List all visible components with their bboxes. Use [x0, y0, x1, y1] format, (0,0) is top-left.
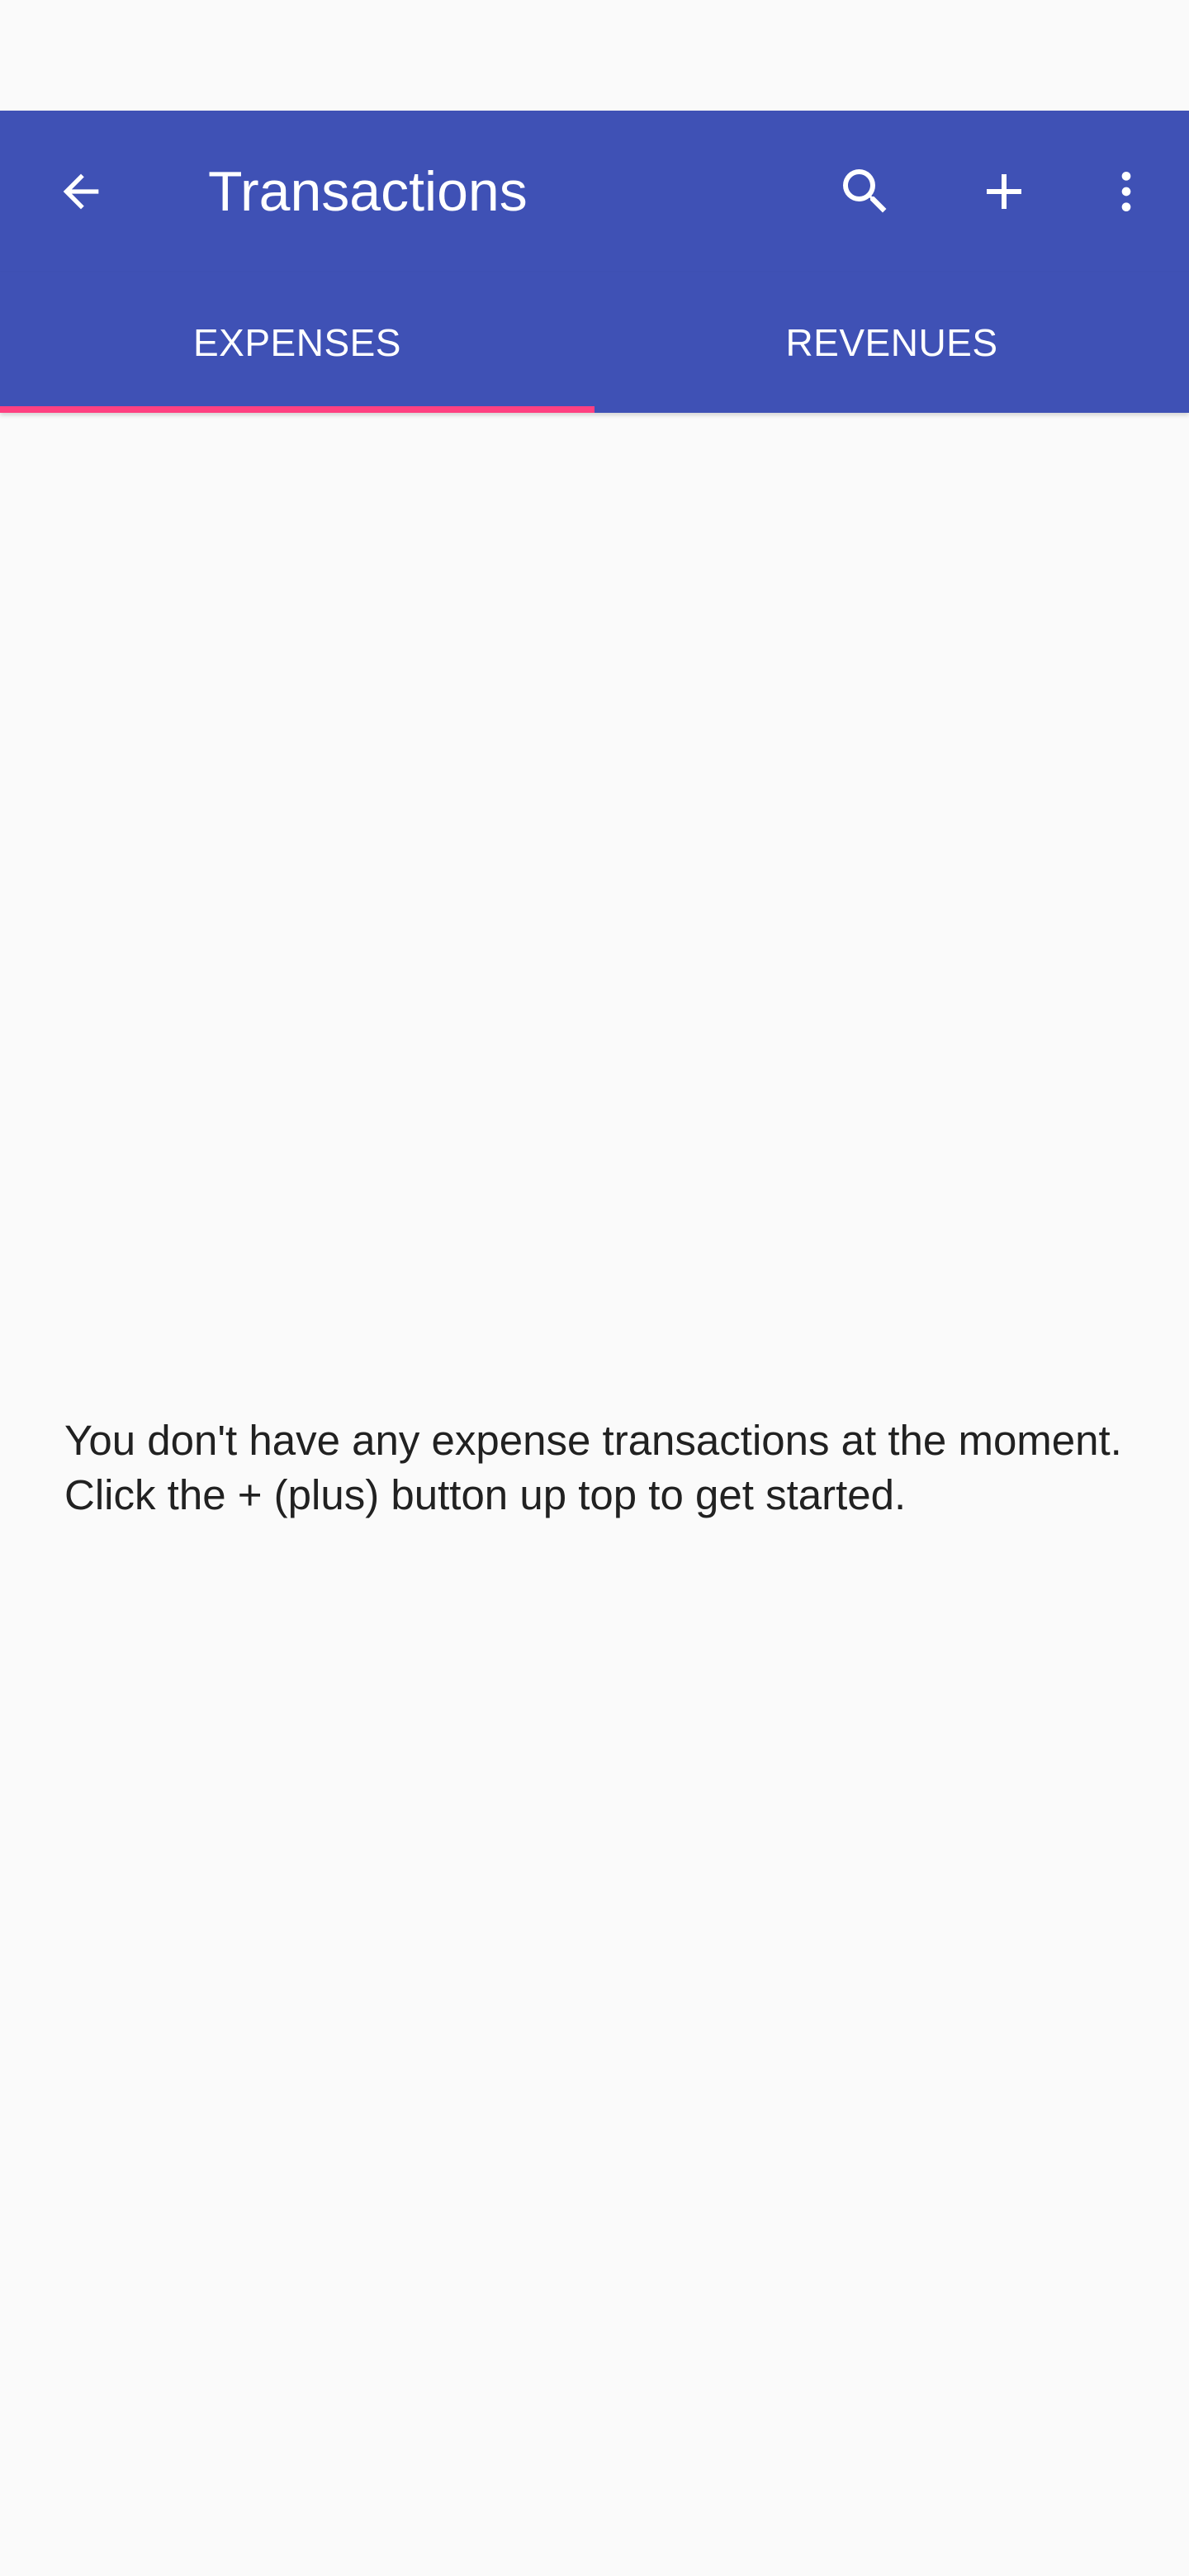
more-options-button[interactable]: [1083, 111, 1169, 272]
tab-expenses[interactable]: EXPENSES: [0, 272, 594, 413]
tab-label-expenses: EXPENSES: [193, 321, 401, 364]
more-vert-icon: [1100, 162, 1153, 221]
screen: Transactions EXPENSES REVENUES You don't…: [0, 0, 1189, 2576]
status-bar: [0, 0, 1189, 111]
tab-label-revenues: REVENUES: [785, 321, 998, 364]
active-tab-indicator: [0, 406, 594, 413]
search-icon: [836, 162, 895, 221]
tab-bar: EXPENSES REVENUES: [0, 272, 1189, 413]
add-button[interactable]: [956, 111, 1052, 272]
search-button[interactable]: [817, 111, 913, 272]
plus-icon: [974, 162, 1034, 221]
tab-revenues[interactable]: REVENUES: [594, 272, 1189, 413]
page-title: Transactions: [208, 160, 528, 223]
empty-state-message: You don't have any expense transactions …: [64, 1417, 1122, 1518]
arrow-back-icon: [54, 165, 107, 218]
back-button[interactable]: [33, 111, 129, 272]
app-bar: Transactions: [0, 111, 1189, 272]
